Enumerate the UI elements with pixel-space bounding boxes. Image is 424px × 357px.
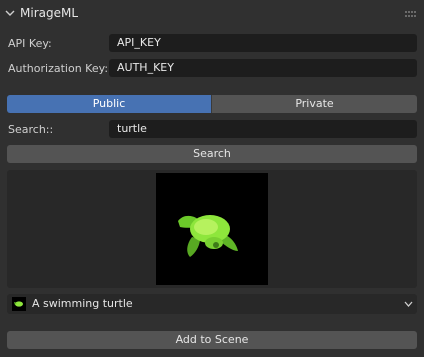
authorization-key-label: Authorization Key: [8,62,109,75]
panel-header[interactable]: MirageML [0,0,424,26]
api-key-label: API Key: [8,37,52,50]
selected-model-label: A swimming turtle [32,297,133,310]
mirageml-panel: MirageML API Key: API_KEY Authorization … [0,0,424,357]
turtle-thumbnail-icon [12,297,26,311]
authorization-key-field[interactable]: AUTH_KEY [109,59,417,77]
panel-title: MirageML [20,6,79,20]
turtle-preview-image[interactable] [156,173,268,285]
chevron-down-icon[interactable] [404,300,413,308]
chevron-down-icon[interactable] [5,8,15,18]
add-to-scene-button[interactable]: Add to Scene [7,331,417,349]
api-key-field[interactable]: API_KEY [109,34,417,52]
search-button[interactable]: Search [7,145,417,163]
search-input[interactable]: turtle [109,120,417,138]
public-toggle[interactable]: Public [7,95,211,113]
model-select[interactable]: A swimming turtle [7,294,417,314]
search-label: Search:: [8,123,54,136]
drag-grip-icon[interactable] [405,11,417,17]
private-toggle[interactable]: Private [211,95,417,113]
